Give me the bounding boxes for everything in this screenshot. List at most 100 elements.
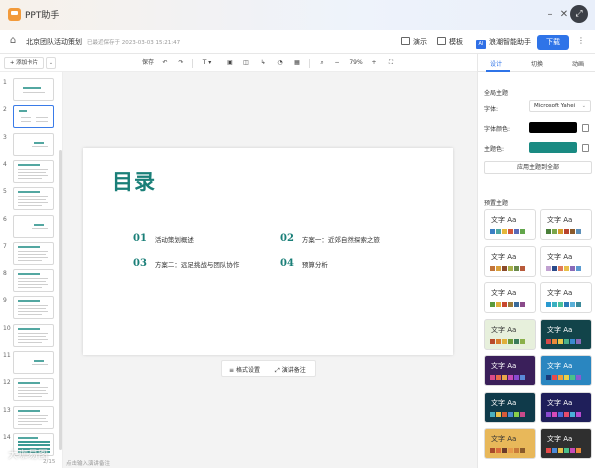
- theme-card[interactable]: 文字 Aa: [540, 318, 592, 350]
- thumbnail-item[interactable]: 7: [0, 241, 62, 268]
- thumbnail-card[interactable]: [13, 187, 54, 211]
- table-icon[interactable]: ▦: [292, 57, 302, 69]
- apply-theme-all-button[interactable]: 应用主题到全部: [484, 161, 592, 174]
- theme-palette: [546, 338, 582, 344]
- agenda-item-4[interactable]: 04 预算分析: [280, 253, 328, 272]
- theme-card[interactable]: 文字 Aa: [540, 428, 592, 459]
- thumbnail-card[interactable]: [13, 405, 54, 429]
- palette-swatch: [558, 265, 563, 271]
- font-color-swatch[interactable]: [529, 122, 577, 133]
- thumbnail-card[interactable]: [13, 214, 54, 238]
- theme-card[interactable]: 文字 Aa: [484, 355, 536, 386]
- thumbnail-card[interactable]: [13, 105, 54, 129]
- notes-input[interactable]: 点击输入演讲备注: [66, 459, 110, 467]
- theme-card[interactable]: 文字 Aa: [540, 245, 592, 277]
- thumbnail-item[interactable]: 1: [0, 78, 62, 104]
- theme-color-swatch[interactable]: [529, 142, 577, 153]
- more-icon[interactable]: ⋮: [577, 36, 585, 45]
- chart-icon[interactable]: ◔: [275, 57, 285, 69]
- thumbnail-card[interactable]: [13, 323, 54, 347]
- thumbnail-card[interactable]: [13, 241, 54, 265]
- thumbnail-item[interactable]: 5: [0, 187, 62, 213]
- add-card-button[interactable]: + 添加卡片: [4, 57, 44, 69]
- format-settings-button[interactable]: ≡ 格式设置: [229, 365, 260, 374]
- slide-title[interactable]: 目录: [112, 166, 156, 196]
- preset-theme-label: 预置主题: [484, 200, 509, 207]
- thumbnail-item[interactable]: 4: [0, 159, 62, 186]
- theme-card[interactable]: 文字 Aa: [484, 318, 536, 350]
- thumbnail-item[interactable]: 10: [0, 323, 62, 350]
- thumbnail-item[interactable]: 3: [0, 132, 62, 159]
- zoom-level: 79%: [349, 59, 363, 66]
- zoom-search-icon[interactable]: ⌕: [317, 57, 327, 69]
- thumbnail-item[interactable]: 9: [0, 296, 62, 322]
- theme-card[interactable]: 文字 Aa: [484, 282, 536, 313]
- shape-icon[interactable]: ◫: [241, 57, 251, 69]
- thumbnail-item[interactable]: 12: [0, 378, 62, 404]
- font-select[interactable]: Microsoft Yahei ⌄: [529, 100, 591, 112]
- template-button[interactable]: 模板: [437, 37, 463, 47]
- thumbnail-item[interactable]: 2: [0, 105, 62, 131]
- tab-transition[interactable]: 切换: [531, 59, 543, 68]
- thumbnail-mark: [18, 396, 42, 398]
- theme-card[interactable]: 文字 Aa: [540, 355, 592, 386]
- thumbnail-card[interactable]: [13, 378, 54, 402]
- color-picker-icon[interactable]: [582, 144, 589, 152]
- thumbnail-card[interactable]: [13, 296, 54, 320]
- font-label: 字体:: [484, 106, 499, 113]
- thumbnail-item[interactable]: 8: [0, 269, 62, 295]
- image-icon[interactable]: ▣: [225, 57, 235, 69]
- home-icon[interactable]: ⌂: [7, 35, 19, 47]
- theme-card[interactable]: 文字 Aa: [484, 391, 536, 423]
- thumbnail-mark: [18, 314, 42, 316]
- add-card-dropdown-icon[interactable]: ⌄: [46, 57, 56, 69]
- status-bar: 2/15 点击输入演讲备注: [0, 456, 477, 468]
- slide[interactable]: 目录 01 活动策划概述 02 方案一：近郊自然探索之旅 03 方案二：远足挑战与团队…: [83, 148, 453, 355]
- palette-swatch: [558, 229, 563, 234]
- download-button[interactable]: 下载: [537, 35, 569, 50]
- thumbnail-card[interactable]: [13, 78, 54, 101]
- thumbnail-card[interactable]: [13, 351, 54, 374]
- thumbnail-scrollbar[interactable]: [59, 150, 62, 450]
- text-icon[interactable]: T ▾: [199, 57, 215, 69]
- theme-palette: [490, 411, 526, 417]
- thumbnail-mark: [18, 177, 42, 179]
- theme-card[interactable]: 文字 Aa: [540, 209, 592, 240]
- thumbnail-card[interactable]: [13, 269, 54, 293]
- theme-card[interactable]: 文字 Aa: [484, 209, 536, 240]
- expand-icon[interactable]: ⤢: [570, 5, 588, 23]
- thumbnail-card[interactable]: [13, 159, 54, 183]
- zoom-in-button[interactable]: +: [370, 57, 378, 69]
- redo-icon[interactable]: ↷: [176, 57, 186, 69]
- thumbnail-card[interactable]: [13, 132, 54, 156]
- undo-icon[interactable]: ↶: [160, 57, 170, 69]
- present-button[interactable]: 演示: [401, 37, 427, 47]
- thumbnail-item[interactable]: 6: [0, 214, 62, 241]
- theme-card[interactable]: 文字 Aa: [540, 282, 592, 313]
- thumbnail-item[interactable]: 13: [0, 405, 62, 432]
- thumbnail-mark: [36, 121, 48, 123]
- tab-animation[interactable]: 动画: [572, 59, 584, 68]
- agenda-item-1[interactable]: 01 活动策划概述: [133, 228, 194, 247]
- ai-assistant-button[interactable]: AI 浪潮智能助手: [476, 37, 531, 49]
- speaker-notes-button[interactable]: ⤢ 演讲备注: [275, 365, 306, 375]
- fit-screen-icon[interactable]: ⛶: [386, 57, 396, 69]
- close-button[interactable]: ✕: [558, 7, 570, 22]
- theme-card[interactable]: 文字 Aa: [484, 428, 536, 459]
- theme-card-label: 文字 Aa: [491, 325, 517, 334]
- theme-card[interactable]: 文字 Aa: [540, 391, 592, 423]
- theme-card[interactable]: 文字 Aa: [484, 245, 536, 277]
- color-picker-icon[interactable]: [582, 124, 589, 132]
- minimize-button[interactable]: –: [544, 7, 556, 22]
- thumbnail-item[interactable]: 11: [0, 351, 62, 377]
- tab-design[interactable]: 设计: [490, 59, 502, 68]
- save-button[interactable]: 保存: [141, 57, 155, 69]
- slide-bottom-bar: ≡ 格式设置 ⤢ 演讲备注: [221, 360, 316, 377]
- agenda-item-3[interactable]: 03 方案二：远足挑战与团队协作: [133, 253, 239, 272]
- line-icon[interactable]: ↳: [258, 57, 268, 69]
- document-title[interactable]: 北京团队活动策划: [26, 37, 82, 47]
- zoom-out-button[interactable]: −: [333, 57, 341, 69]
- theme-palette: [546, 375, 582, 380]
- palette-swatch: [490, 302, 495, 307]
- agenda-item-2[interactable]: 02 方案一：近郊自然探索之旅: [280, 228, 380, 247]
